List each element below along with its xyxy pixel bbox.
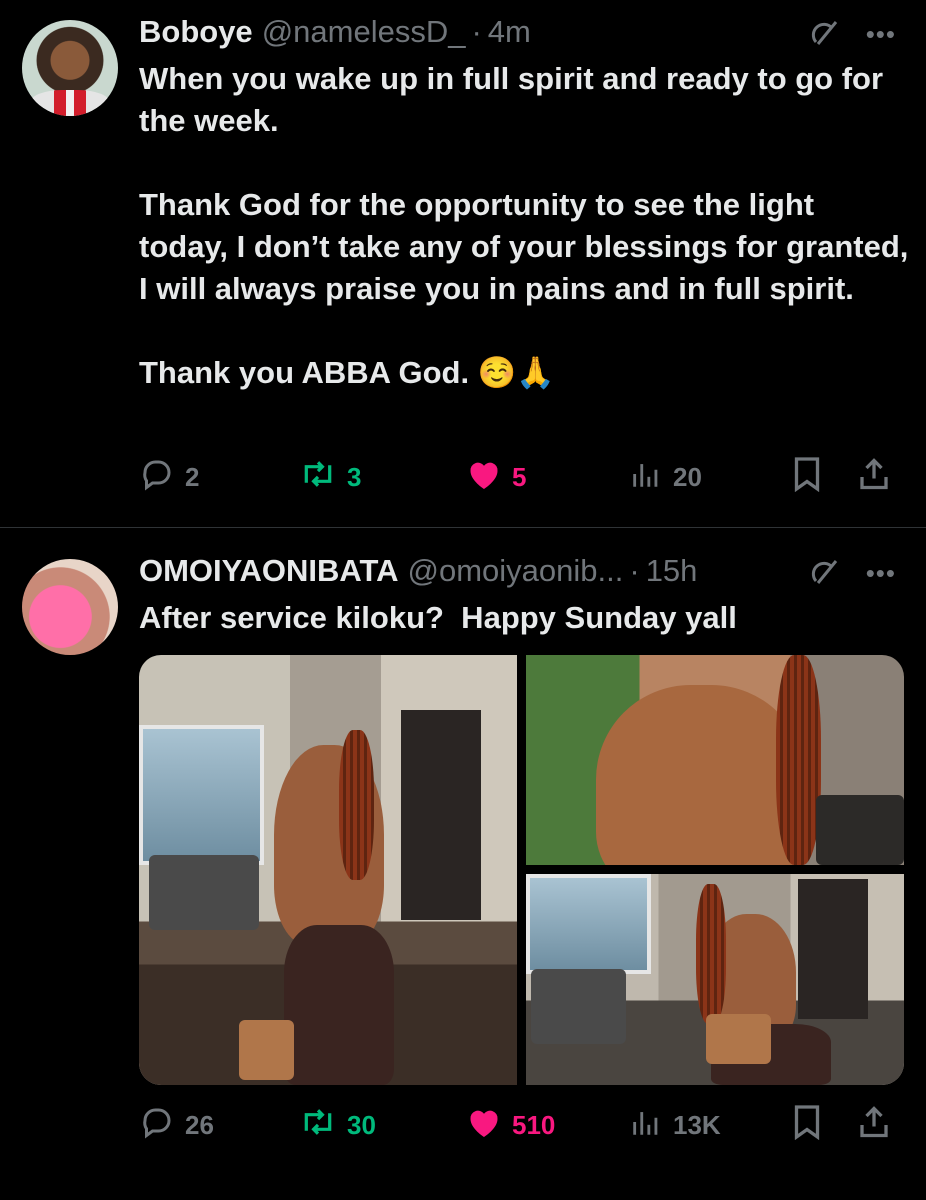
user-handle[interactable]: @omoiyaonib... (408, 553, 624, 589)
like-button[interactable]: 5 (466, 457, 526, 498)
repost-icon (299, 1104, 337, 1147)
timestamp[interactable]: 15h (646, 553, 698, 589)
reply-button[interactable]: 2 (139, 456, 199, 499)
avatar[interactable] (22, 20, 118, 116)
like-count: 5 (512, 461, 527, 492)
tweet-actions: 26 30 510 13K (139, 1103, 900, 1147)
separator-dot: · (471, 14, 482, 49)
bookmark-icon (791, 1104, 823, 1147)
more-icon[interactable]: ••• (866, 19, 896, 50)
reply-button[interactable]: 26 (139, 1104, 214, 1147)
like-button[interactable]: 510 (466, 1105, 555, 1146)
display-name[interactable]: Boboye (139, 14, 253, 50)
repost-count: 30 (347, 1109, 376, 1140)
reply-icon (139, 456, 175, 499)
separator-dot: · (629, 553, 640, 588)
share-icon (856, 456, 892, 499)
views-icon (629, 1105, 663, 1146)
views-button[interactable]: 13K (629, 1105, 721, 1146)
grok-icon[interactable] (808, 557, 840, 589)
views-icon (629, 457, 663, 498)
tweet-text: After service kiloku? Happy Sunday yall (139, 600, 737, 635)
heart-icon (466, 457, 502, 498)
bookmark-icon (791, 456, 823, 499)
grok-icon[interactable] (808, 18, 840, 50)
timestamp[interactable]: 4m (488, 14, 531, 50)
display-name[interactable]: OMOIYAONIBATA (139, 553, 399, 589)
repost-button[interactable]: 3 (299, 456, 361, 499)
bookmark-button[interactable] (791, 1104, 823, 1147)
share-button[interactable] (856, 1104, 892, 1147)
repost-button[interactable]: 30 (299, 1104, 376, 1147)
media-grid (139, 655, 904, 1085)
photo-2[interactable] (526, 655, 904, 865)
timeline-feed: Boboye @namelessD_ · 4m ••• When you wak… (0, 0, 926, 1200)
repost-count: 3 (347, 461, 362, 492)
like-count: 510 (512, 1109, 556, 1140)
heart-icon (466, 1105, 502, 1146)
photo-3[interactable] (526, 874, 904, 1085)
reply-count: 2 (185, 461, 200, 492)
photo-1[interactable] (139, 655, 517, 1085)
bookmark-button[interactable] (791, 456, 823, 499)
tweet[interactable]: Boboye @namelessD_ · 4m ••• When you wak… (0, 0, 926, 528)
tweet-text: When you wake up in full spirit and read… (139, 61, 909, 390)
reply-icon (139, 1104, 175, 1147)
tweet-header: OMOIYAONIBATA @omoiyaonib... · 15h ••• (139, 553, 896, 589)
tweet-header: Boboye @namelessD_ · 4m ••• (139, 14, 896, 50)
views-count: 20 (673, 461, 702, 492)
avatar[interactable] (22, 559, 118, 655)
views-button[interactable]: 20 (629, 457, 702, 498)
tweet-actions: 2 3 5 20 (139, 455, 900, 499)
share-icon (856, 1104, 892, 1147)
user-handle[interactable]: @namelessD_ (262, 14, 466, 50)
reply-count: 26 (185, 1109, 214, 1140)
views-count: 13K (673, 1109, 721, 1140)
share-button[interactable] (856, 456, 892, 499)
more-icon[interactable]: ••• (866, 558, 896, 589)
tweet[interactable]: OMOIYAONIBATA @omoiyaonib... · 15h ••• A… (0, 529, 926, 1200)
repost-icon (299, 456, 337, 499)
